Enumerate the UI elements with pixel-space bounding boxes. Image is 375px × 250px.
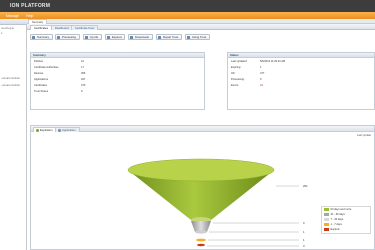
repair-trust-icon xyxy=(158,35,162,39)
using-trust-button[interactable]: Using Trust xyxy=(185,33,211,40)
downloads-icon xyxy=(130,35,134,39)
summary-panel: Summary Policies 41 Certificate Authoriti… xyxy=(30,52,205,110)
menu-manage[interactable]: Manage xyxy=(6,14,19,18)
summary-label: Applications xyxy=(34,78,48,81)
funnel-value-label: 291 xyxy=(303,184,308,188)
tab-certificates[interactable]: Certificates xyxy=(30,25,52,30)
app-title: ION PLATFORM xyxy=(10,3,51,9)
funnel-segment-31-60-days xyxy=(191,221,211,232)
expired-button[interactable]: Expired xyxy=(105,33,126,40)
sidebar-item[interactable]: s xyxy=(1,32,26,35)
processing-button-label: Processing xyxy=(62,34,76,39)
status-errors-value: 22 xyxy=(260,84,263,87)
processing-icon xyxy=(57,35,61,39)
legend-label: 1 - 7 days xyxy=(330,223,342,226)
legend-swatch xyxy=(324,218,329,221)
title-bar: ION PLATFORM xyxy=(0,0,375,12)
chart-panel: Expiration Application Last Update 291 0 1… xyxy=(30,125,375,250)
tab-dashboard[interactable]: Dashboard xyxy=(51,25,73,30)
funnel-value-label: 1 xyxy=(303,230,305,234)
summary-value: 0 xyxy=(81,90,83,93)
processing-button[interactable]: Processing xyxy=(55,33,80,40)
sidebar: ns-ubs-gnu s ~/smart-contract ~/smart-co… xyxy=(0,19,27,250)
downloads-button-label: Downloads xyxy=(135,34,149,39)
summary-value: 17 xyxy=(81,66,84,69)
funnel-segment-expired xyxy=(197,243,205,247)
summary-label: Certificates xyxy=(34,84,47,87)
sidebar-item[interactable]: ~/smart-contract xyxy=(1,77,26,80)
sidebar-item[interactable]: ns-ubs-gnu xyxy=(1,27,26,30)
legend-swatch xyxy=(324,213,329,216)
funnel-segment-1-7-days xyxy=(196,238,206,242)
legend-item: 7 - 30 days xyxy=(324,218,343,222)
legend-label: 60 days and more xyxy=(330,208,352,211)
summary-icon xyxy=(32,35,36,39)
legend-swatch xyxy=(324,228,329,231)
up-ok-button-label: Up-Ok xyxy=(90,34,99,39)
expired-button-label: Expired xyxy=(112,34,122,39)
status-label: Processing: xyxy=(231,78,245,81)
summary-value: 366 xyxy=(81,72,86,75)
summary-button[interactable]: Summary xyxy=(30,33,53,40)
menu-bar: Manage Help xyxy=(0,12,375,19)
subtab-bar: Certificates Dashboard Certificate Flow xyxy=(27,24,375,30)
summary-label: Certificate Authorities xyxy=(34,66,59,69)
status-value: 1 xyxy=(260,66,262,69)
funnel-value-label: 0 xyxy=(303,221,305,225)
funnel-top-ellipse xyxy=(127,158,275,182)
summary-value: 41 xyxy=(81,60,84,63)
repair-trust-button[interactable]: Repair Trust xyxy=(156,33,183,40)
downloads-button[interactable]: Downloads xyxy=(128,33,153,40)
summary-panel-title: Summary xyxy=(31,53,204,58)
legend-swatch xyxy=(324,223,329,226)
status-value: 0 xyxy=(260,78,262,81)
summary-label: Devices xyxy=(34,72,44,75)
funnel-value-label: 1 xyxy=(303,238,305,242)
funnel-value-label: 3 xyxy=(303,244,305,248)
repair-trust-button-label: Repair Trust xyxy=(163,34,179,39)
summary-label: Policies xyxy=(34,60,43,63)
legend-item: 31 - 60 days xyxy=(324,213,345,217)
legend-label: 31 - 60 days xyxy=(330,213,345,216)
tab-certificate-flow[interactable]: Certificate Flow xyxy=(71,25,99,30)
legend-item: 60 days and more xyxy=(324,208,351,212)
legend-item: 1 - 7 days xyxy=(324,223,342,227)
chart-legend: 60 days and more 31 - 60 days 7 - 30 day… xyxy=(321,206,371,234)
up-ok-icon xyxy=(85,35,89,39)
up-ok-button[interactable]: Up-Ok xyxy=(83,33,103,40)
status-value: 377 xyxy=(260,72,265,75)
using-trust-button-label: Using Trust xyxy=(192,34,207,39)
legend-item: Expired xyxy=(324,228,339,232)
main-content: Summary Certificates Dashboard Certifica… xyxy=(27,19,375,250)
status-panel: Status Last Updated: 5/6/2014 11:29:41 AM… xyxy=(227,52,375,110)
status-label: OK: xyxy=(231,72,236,75)
summary-button-label: Summary xyxy=(37,34,49,39)
status-label: Last Updated: xyxy=(231,60,248,63)
legend-label: Expired xyxy=(330,228,340,231)
expired-icon xyxy=(107,35,111,39)
sidebar-header xyxy=(0,19,27,25)
status-value: 5/6/2014 11:29:41 AM xyxy=(260,60,286,63)
legend-swatch xyxy=(324,208,329,211)
sidebar-item[interactable]: ~/smart-contract xyxy=(1,84,26,87)
status-label: Errors: xyxy=(231,84,239,87)
summary-label: Trust Stores xyxy=(34,90,49,93)
summary-value: 373 xyxy=(81,84,86,87)
funnel-segment-7-30-days xyxy=(195,230,207,234)
menu-help[interactable]: Help xyxy=(26,14,33,18)
legend-label: 7 - 30 days xyxy=(330,218,344,221)
status-panel-title: Status xyxy=(228,53,374,58)
using-trust-icon xyxy=(187,35,191,39)
toolbar: Summary Processing Up-Ok Expired Downloa… xyxy=(30,32,375,41)
status-label: Expiring: xyxy=(231,66,242,69)
summary-value: 327 xyxy=(81,78,86,81)
